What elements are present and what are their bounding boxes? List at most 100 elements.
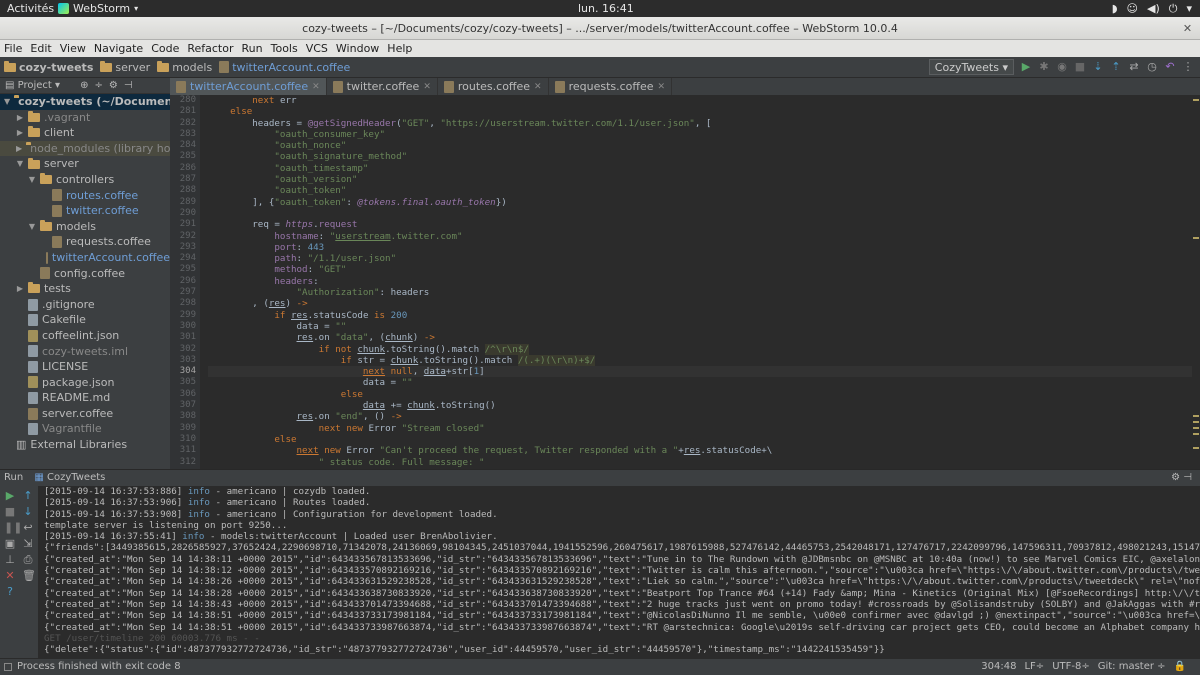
tree-item[interactable]: ▶ .vagrant: [0, 110, 170, 126]
help-icon[interactable]: ?: [4, 586, 16, 598]
chevron-right-icon[interactable]: ▶: [16, 125, 24, 141]
tree-item[interactable]: ▼ models: [0, 219, 170, 235]
tree-item[interactable]: ▶ client: [0, 125, 170, 141]
chevron-down-icon[interactable]: ▼: [28, 172, 36, 188]
warning-marker[interactable]: [1193, 421, 1199, 423]
warning-marker[interactable]: [1193, 99, 1199, 101]
tree-item[interactable]: twitter.coffee: [0, 203, 170, 219]
app-menu[interactable]: WebStorm ▾: [58, 2, 138, 15]
soft-wrap-icon[interactable]: ↩: [22, 522, 34, 534]
vcs-compare-icon[interactable]: ⇄: [1128, 61, 1140, 73]
menu-help[interactable]: Help: [387, 40, 412, 57]
clock[interactable]: lun. 16:41: [578, 2, 634, 15]
clear-all-icon[interactable]: 🗑: [22, 570, 36, 582]
menu-run[interactable]: Run: [242, 40, 263, 57]
gear-icon[interactable]: ⚙: [109, 78, 118, 93]
print-icon[interactable]: ⎙: [22, 554, 34, 566]
menu-edit[interactable]: Edit: [30, 40, 51, 57]
project-view-select[interactable]: ▤ Project ▾: [5, 78, 60, 93]
stop-icon[interactable]: ■: [4, 506, 16, 518]
more-icon[interactable]: ⋮: [1182, 61, 1194, 73]
code-editor[interactable]: next err else headers = @getSignedHeader…: [208, 95, 1192, 469]
breadcrumb-project[interactable]: cozy-tweets: [4, 60, 93, 74]
activities-button[interactable]: Activités: [7, 2, 54, 15]
tab-twitter[interactable]: twitter.coffee ✕: [327, 78, 438, 95]
breadcrumb-file[interactable]: twitterAccount.coffee: [219, 61, 350, 74]
warning-marker[interactable]: [1193, 447, 1199, 449]
stop-icon[interactable]: ■: [1074, 61, 1086, 73]
menu-window[interactable]: Window: [336, 40, 379, 57]
warning-marker[interactable]: [1193, 433, 1199, 435]
run-configuration-select[interactable]: CozyTweets ▾: [928, 59, 1014, 75]
close-icon[interactable]: ✕: [4, 570, 16, 582]
collapse-icon[interactable]: ÷: [94, 78, 102, 93]
tree-item[interactable]: ▥ External Libraries: [0, 437, 170, 453]
tree-item[interactable]: Vagrantfile: [0, 421, 170, 437]
coverage-icon[interactable]: ◉: [1056, 61, 1068, 73]
restore-layout-icon[interactable]: ▣: [4, 538, 16, 550]
breadcrumb-models[interactable]: models: [157, 60, 212, 74]
tree-item[interactable]: server.coffee: [0, 406, 170, 422]
tree-item[interactable]: .gitignore: [0, 297, 170, 313]
menu-code[interactable]: Code: [151, 40, 179, 57]
vcs-history-icon[interactable]: ◷: [1146, 61, 1158, 73]
warning-marker[interactable]: [1193, 415, 1199, 417]
tool-windows-icon[interactable]: [4, 663, 12, 671]
tree-item[interactable]: ▼ server: [0, 156, 170, 172]
lock-icon[interactable]: 🔒: [1174, 659, 1186, 675]
tree-item[interactable]: requests.coffee: [0, 234, 170, 250]
bug-icon[interactable]: ✱: [1038, 61, 1050, 73]
tree-item[interactable]: ▼ cozy-tweets (~/Documents/cozy/c: [0, 94, 170, 110]
tree-item[interactable]: coffeelint.json: [0, 328, 170, 344]
chevron-down-icon[interactable]: ▼: [4, 94, 10, 110]
tab-twitteraccount[interactable]: twitterAccount.coffee ✕: [170, 78, 327, 95]
tree-item[interactable]: ▶ tests: [0, 281, 170, 297]
chevron-down-icon[interactable]: ▼: [16, 156, 24, 172]
tree-item[interactable]: routes.coffee: [0, 188, 170, 204]
tree-item[interactable]: package.json: [0, 375, 170, 391]
rerun-icon[interactable]: ▶: [4, 490, 16, 502]
run-console-output[interactable]: [2015-09-14 16:37:53:886] info - america…: [38, 486, 1200, 658]
tree-item[interactable]: README.md: [0, 390, 170, 406]
play-icon[interactable]: ▶: [1020, 61, 1032, 73]
scroll-down-icon[interactable]: ↓: [22, 506, 34, 518]
close-tab-icon[interactable]: ✕: [423, 82, 431, 92]
pause-icon[interactable]: ❚❚: [4, 522, 22, 534]
editor-scrollbar[interactable]: [1192, 95, 1200, 469]
chevron-right-icon[interactable]: ▶: [16, 281, 24, 297]
revert-icon[interactable]: ↶: [1164, 61, 1176, 73]
close-tab-icon[interactable]: ✕: [534, 82, 542, 92]
breadcrumb-server[interactable]: server: [100, 60, 150, 74]
tree-item[interactable]: Cakefile: [0, 312, 170, 328]
line-separator[interactable]: LF÷: [1024, 659, 1044, 675]
vcs-update-icon[interactable]: ⇣: [1092, 61, 1104, 73]
tab-routes[interactable]: routes.coffee ✕: [438, 78, 549, 95]
menu-file[interactable]: File: [4, 40, 22, 57]
warning-marker[interactable]: [1193, 427, 1199, 429]
close-tab-icon[interactable]: ✕: [658, 82, 666, 92]
menu-view[interactable]: View: [60, 40, 86, 57]
git-branch[interactable]: Git: master ÷: [1098, 659, 1166, 675]
file-encoding[interactable]: UTF-8÷: [1052, 659, 1090, 675]
menu-navigate[interactable]: Navigate: [94, 40, 143, 57]
menu-refactor[interactable]: Refactor: [187, 40, 233, 57]
chevron-down-icon[interactable]: ▼: [28, 219, 36, 235]
caret-position[interactable]: 304:48: [981, 659, 1016, 675]
tree-item[interactable]: ▼ controllers: [0, 172, 170, 188]
tree-item[interactable]: config.coffee: [0, 266, 170, 282]
tree-item[interactable]: ▶ node_modules (library home): [0, 140, 170, 157]
hide-panel-icon[interactable]: ⊣: [124, 78, 133, 93]
menu-vcs[interactable]: VCS: [306, 40, 328, 57]
chevron-right-icon[interactable]: ▶: [16, 110, 24, 126]
warning-marker[interactable]: [1193, 237, 1199, 239]
menu-tools[interactable]: Tools: [271, 40, 298, 57]
close-tab-icon[interactable]: ✕: [312, 82, 320, 92]
chevron-right-icon[interactable]: ▶: [16, 141, 22, 157]
tree-item[interactable]: LICENSE: [0, 359, 170, 375]
scroll-up-icon[interactable]: ↑: [22, 490, 34, 502]
sync-icon[interactable]: ⊕: [80, 78, 88, 93]
vcs-commit-icon[interactable]: ⇡: [1110, 61, 1122, 73]
tree-item[interactable]: cozy-tweets.iml: [0, 344, 170, 360]
gear-icon[interactable]: ⚙ ⊣: [1171, 470, 1192, 486]
close-window-button[interactable]: ✕: [1181, 22, 1194, 35]
